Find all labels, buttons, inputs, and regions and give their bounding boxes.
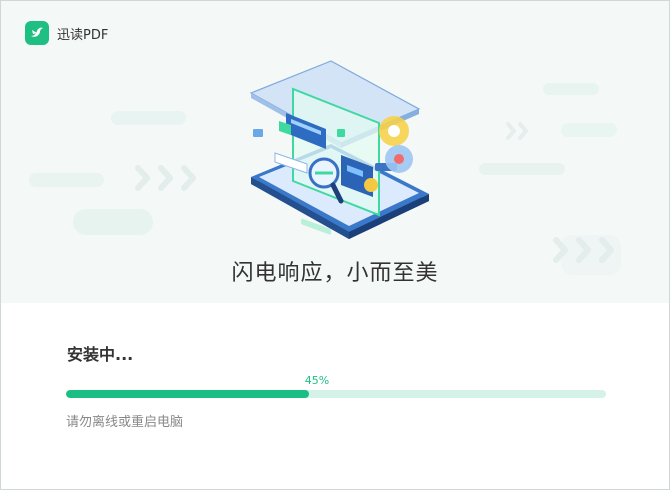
bird-logo-icon [25,21,49,45]
installer-window: 迅读PDF 闪电响应，小而至美 安装中... 45% 请勿离线或重启电脑 [0,0,670,490]
title-bar: 迅读PDF [25,21,108,45]
install-status: 安装中... [67,345,134,364]
install-hint: 请勿离线或重启电脑 [66,415,184,430]
app-name: 迅读PDF [57,27,109,43]
progress-percent: 45% [304,374,330,387]
progress-bar [66,390,606,398]
progress-fill [66,390,309,398]
slogan: 闪电响应，小而至美 [231,261,439,286]
hero-banner: 迅读PDF 闪电响应，小而至美 [1,1,669,303]
